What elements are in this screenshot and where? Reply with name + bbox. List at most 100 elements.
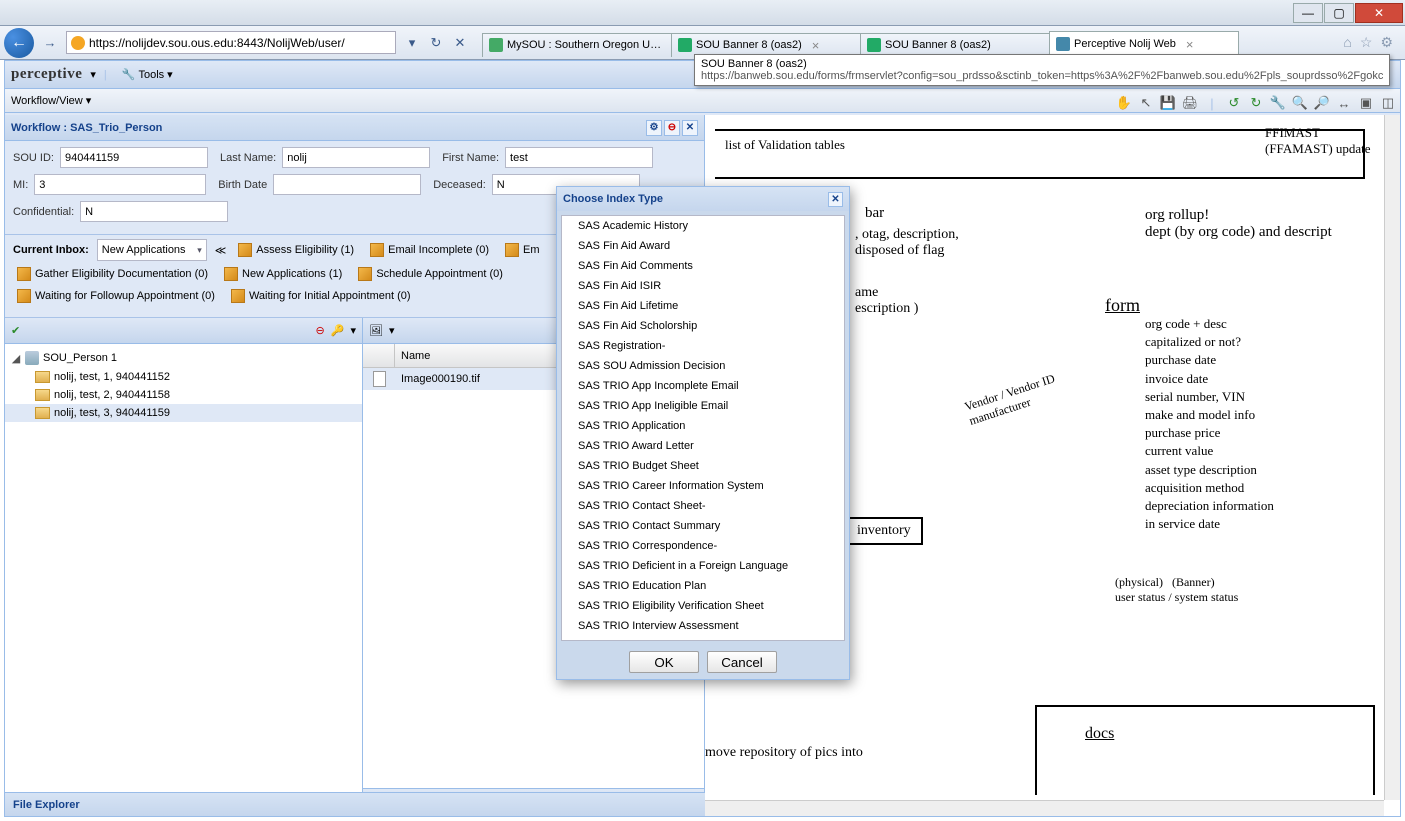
sou-id-field[interactable] [60,147,208,168]
favorites-icon[interactable]: ☆ [1360,34,1373,51]
tools-menu[interactable]: 🔧Tools ▾ [115,65,180,84]
index-type-option[interactable]: SAS Fin Aid Lifetime [562,296,844,316]
browser-tab[interactable]: SOU Banner 8 (oas2)× [671,33,861,57]
tree-item[interactable]: nolij, test, 1, 940441152 [5,368,362,386]
index-type-option[interactable]: SAS TRIO App Incomplete Email [562,376,844,396]
dropdown-icon[interactable]: ▾ [402,33,422,53]
close-icon[interactable]: ✕ [682,120,698,136]
first-name-field[interactable] [505,147,653,168]
dialog-title-bar[interactable]: Choose Index Type ✕ [557,187,849,211]
fit-page-icon[interactable]: ▣ [1358,95,1374,111]
remove-icon[interactable]: ⊖ [316,324,325,337]
index-type-option[interactable]: SAS TRIO Career Information System [562,476,844,496]
index-type-option[interactable]: SAS TRIO Deficient in a Foreign Language [562,556,844,576]
rotate-right-icon[interactable]: ↻ [1248,95,1264,111]
tree-root[interactable]: ◢SOU_Person 1 [5,348,362,368]
gear-icon[interactable]: ⚙ [646,120,662,136]
home-icon[interactable]: ⌂ [1343,34,1351,51]
inbox-combo[interactable]: New Applications [97,239,207,261]
index-type-option[interactable]: SAS Fin Aid Comments [562,256,844,276]
browser-tab[interactable]: MySOU : Southern Oregon Uni… [482,33,672,57]
index-type-option[interactable]: SAS TRIO Contact Sheet- [562,496,844,516]
index-type-option[interactable]: SAS Fin Aid Scholorship [562,316,844,336]
tree-item-selected[interactable]: nolij, test, 3, 940441159 [5,404,362,422]
workflow-item[interactable]: Waiting for Followup Appointment (0) [13,287,219,305]
dialog-close-icon[interactable]: ✕ [828,192,843,207]
window-maximize-button[interactable]: ▢ [1324,3,1354,23]
handwriting: (physical) (Banner) user status / system… [1115,575,1238,605]
print-icon[interactable]: 🖨 [1182,95,1198,111]
index-type-option[interactable]: SAS SOU Admission Decision [562,356,844,376]
window-close-button[interactable]: ✕ [1355,3,1403,23]
index-type-option[interactable]: SAS TRIO Budget Sheet [562,456,844,476]
actual-size-icon[interactable]: ◫ [1380,95,1396,111]
tree-panel: ✔ ⊖ 🔑 ▾ ◢SOU_Person 1 nolij, test, 1, 94… [5,318,363,816]
index-type-option[interactable]: SAS TRIO Contact Summary [562,516,844,536]
workflow-item[interactable]: New Applications (1) [220,265,346,283]
index-type-option[interactable]: SAS TRIO Application [562,416,844,436]
minus-icon[interactable]: ⊖ [664,120,680,136]
browser-tab[interactable]: SOU Banner 8 (oas2) [860,33,1050,57]
view-icon[interactable]: 🖼 [369,324,383,337]
dialog-list[interactable]: SAS Academic HistorySAS Fin Aid AwardSAS… [561,215,845,641]
back-button[interactable]: ← [4,28,34,58]
index-type-option[interactable]: SAS TRIO Award Letter [562,436,844,456]
workflow-view-menu[interactable]: Workflow/View ▾ [11,94,91,107]
index-type-option[interactable]: SAS Fin Aid Award [562,236,844,256]
tab-close-icon[interactable]: × [1186,37,1194,52]
mi-field[interactable] [34,174,206,195]
workflow-item[interactable]: Assess Eligibility (1) [234,241,358,259]
index-type-option[interactable]: SAS TRIO Correspondence- [562,536,844,556]
workflow-item[interactable]: Schedule Appointment (0) [354,265,507,283]
tool-icon[interactable]: 🔧 [1270,95,1286,111]
confidential-field[interactable] [80,201,228,222]
column-icon[interactable] [363,344,395,367]
index-type-option[interactable]: SAS TRIO Interview Assessment [562,616,844,636]
settings-icon[interactable]: ⚙ [1380,34,1393,51]
rotate-left-icon[interactable]: ↺ [1226,95,1242,111]
index-type-option[interactable]: SAS TRIO Eligibility Verification Sheet [562,596,844,616]
index-type-option[interactable]: SAS TRIO Education Plan [562,576,844,596]
refresh-icon[interactable]: ↻ [426,33,446,53]
workflow-item[interactable]: Waiting for Initial Appointment (0) [227,287,415,305]
index-type-option[interactable]: SAS Registration- [562,336,844,356]
index-type-option[interactable]: SAS Fin Aid ISIR [562,276,844,296]
menu-down-icon[interactable]: ▾ [389,324,395,337]
workflow-item[interactable]: Em [501,241,544,259]
address-bar[interactable]: https://nolijdev.sou.ous.edu:8443/NolijW… [66,31,396,54]
stop-icon[interactable]: ✕ [450,33,470,53]
site-icon [71,36,85,50]
handwriting: Vendor / Vendor ID manufacturer [963,371,1062,429]
save-icon[interactable]: 💾 [1160,95,1176,111]
window-minimize-button[interactable]: — [1293,3,1323,23]
tree-item[interactable]: nolij, test, 2, 940441158 [5,386,362,404]
index-type-option[interactable]: SAS Academic History [562,216,844,236]
browser-tab-active[interactable]: Perceptive Nolij Web× [1049,31,1239,57]
cube-icon [231,289,245,303]
brand-dropdown-icon[interactable]: ▾ [90,68,96,81]
forward-button[interactable]: → [40,33,60,53]
pointer-icon[interactable]: ↖ [1138,95,1154,111]
check-icon[interactable]: ✔ [11,324,20,337]
workflow-item[interactable]: Email Incomplete (0) [366,241,493,259]
fit-width-icon[interactable]: ↔ [1336,95,1352,111]
pan-icon[interactable]: ✋ [1116,95,1132,111]
index-type-option[interactable]: SAS TRIO App Ineligible Email [562,396,844,416]
prev-icon[interactable]: ≪ [215,244,227,257]
workflow-item[interactable]: Gather Eligibility Documentation (0) [13,265,212,283]
key-icon[interactable]: 🔑 [331,324,345,337]
cancel-button[interactable]: Cancel [707,651,777,673]
last-name-field[interactable] [282,147,430,168]
menu-down-icon[interactable]: ▾ [350,324,356,337]
first-name-label: First Name: [442,152,499,164]
birth-date-field[interactable] [273,174,421,195]
tree-toolbar: ✔ ⊖ 🔑 ▾ [5,318,362,344]
zoom-out-icon[interactable]: 🔎 [1314,95,1330,111]
vertical-scrollbar[interactable] [1384,115,1400,800]
ok-button[interactable]: OK [629,651,699,673]
tools-label: Tools [138,69,164,81]
zoom-in-icon[interactable]: 🔍 [1292,95,1308,111]
tab-close-icon[interactable]: × [812,38,820,53]
expander-icon[interactable]: ◢ [11,352,21,365]
horizontal-scrollbar[interactable] [705,800,1384,816]
